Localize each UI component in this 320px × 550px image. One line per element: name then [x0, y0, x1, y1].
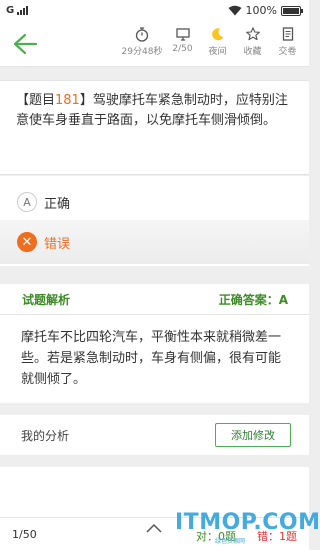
stopwatch-icon [135, 27, 149, 42]
watermark-logo: ITMOP.COM 绿色资源网 [175, 510, 320, 545]
option-b[interactable]: ✕ 错误 [0, 220, 309, 264]
explanation-body: 摩托车不比四轮汽车，平衡性本来就稍微差一些。若是紧急制动时，车身有侧偏，很有可能… [0, 315, 309, 403]
submit-label: 交卷 [278, 47, 297, 57]
explanation-header: 试题解析 正确答案：A [0, 284, 309, 315]
add-edit-button[interactable]: 添加修改 [215, 423, 291, 447]
timer-button[interactable]: 29分48秒 [119, 26, 165, 57]
progress-label: 2/50 [172, 44, 193, 54]
favorite-button[interactable]: 收藏 [235, 26, 270, 57]
night-label: 夜间 [208, 47, 227, 57]
top-toolbar: 29分48秒 2/50 夜间 收藏 交卷 [0, 22, 309, 67]
document-icon [282, 27, 293, 41]
battery-icon [281, 5, 303, 16]
wrong-mark-icon: ✕ [17, 232, 37, 252]
submit-button[interactable]: 交卷 [270, 26, 305, 57]
explanation-title: 试题解析 [22, 293, 71, 307]
night-mode-button[interactable]: 夜间 [200, 26, 235, 57]
answer-sheet-button[interactable]: 2/50 [165, 26, 200, 57]
monitor-icon [175, 28, 190, 41]
moon-icon [211, 28, 223, 41]
correct-answer: 正确答案：A [218, 293, 288, 307]
signal-icon [17, 5, 28, 15]
option-a[interactable]: A 正确 [0, 180, 309, 224]
question-number: 【题目181】 [16, 93, 93, 108]
my-analysis-label: 我的分析 [21, 429, 70, 443]
status-bar: G 100% [0, 0, 309, 22]
question-card: 【题目181】驾驶摩托车紧急制动时，应特别注意使车身垂直于路面，以免摩托车侧滑倾… [0, 80, 309, 175]
chevron-up-icon[interactable] [145, 522, 163, 534]
network-type: G [6, 5, 15, 16]
favorite-label: 收藏 [243, 47, 262, 57]
timer-label: 29分48秒 [121, 47, 163, 57]
my-analysis-row: 我的分析 添加修改 [0, 415, 309, 455]
option-text: 错误 [44, 236, 71, 252]
option-letter: A [17, 192, 37, 212]
wifi-icon [228, 5, 242, 16]
option-text: 正确 [44, 196, 71, 212]
battery-percent: 100% [245, 4, 277, 17]
back-arrow-icon[interactable] [12, 32, 38, 56]
options-list: A 正确 ✕ 错误 [0, 176, 309, 266]
star-icon [245, 27, 260, 41]
bottom-progress: 1/50 [12, 528, 37, 541]
